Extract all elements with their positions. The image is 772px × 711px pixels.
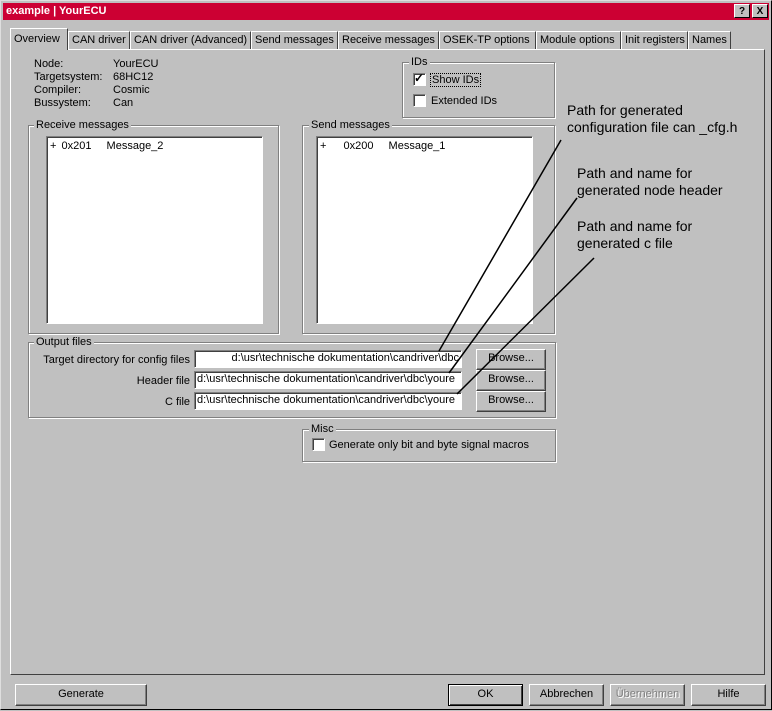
header-file-field[interactable]: d:\usr\technische dokumentation\candrive… (194, 371, 462, 389)
window-title: example | YourECU (6, 5, 107, 17)
show-ids-label[interactable]: Show IDs (430, 73, 482, 87)
tab-osek-tp-options[interactable]: OSEK-TP options (439, 31, 536, 49)
bussystem-key: Bussystem: (34, 97, 91, 109)
generate-button[interactable]: Generate (15, 684, 147, 706)
message-id: 0x201 (61, 140, 92, 152)
expand-icon[interactable]: + (50, 140, 56, 152)
node-info: Node: YourECU Targetsystem: 68HC12 Compi… (11, 58, 211, 114)
target-dir-label: Target directory for config files (43, 354, 190, 366)
check-icon: ✓ (414, 71, 425, 85)
message-id: 0x200 (343, 140, 374, 152)
ok-button[interactable]: OK (448, 684, 523, 706)
apply-button[interactable]: Übernehmen (610, 684, 685, 706)
bussystem-value: Can (113, 97, 134, 109)
message-name: Message_1 (388, 140, 446, 152)
tab-send-messages[interactable]: Send messages (251, 31, 338, 49)
header-file-label: Header file (136, 375, 190, 387)
target-dir-field[interactable]: d:\usr\technische dokumentation\candrive… (194, 350, 462, 368)
close-icon[interactable]: X (752, 4, 768, 18)
generate-only-checkbox[interactable] (312, 438, 325, 451)
targetsystem-key: Targetsystem: (34, 71, 103, 83)
output-files-label: Output files (34, 336, 94, 348)
cancel-button[interactable]: Abbrechen (529, 684, 604, 706)
ids-group-label: IDs (409, 56, 430, 68)
browse-target-button[interactable]: Browse... (476, 349, 546, 370)
tab-can-driver[interactable]: CAN driver (68, 31, 130, 49)
ids-group (402, 62, 555, 118)
tab-init-registers[interactable]: Init registers (621, 31, 688, 49)
annotation-node-header: Path and name for generated node header (577, 165, 723, 199)
generate-only-label[interactable]: Generate only bit and byte signal macros (329, 439, 529, 451)
node-key: Node: (34, 58, 64, 70)
list-item[interactable]: + 0x200 Message_1 (320, 140, 445, 152)
annotation-c-file: Path and name for generated c file (577, 218, 692, 252)
targetsystem-value: 68HC12 (113, 71, 154, 83)
c-file-field[interactable]: d:\usr\technische dokumentation\candrive… (194, 392, 462, 410)
tab-can-driver-advanced[interactable]: CAN driver (Advanced) (130, 31, 251, 49)
receive-messages-list[interactable]: + 0x201 Message_2 (46, 136, 263, 324)
help-icon[interactable]: ? (734, 4, 750, 18)
send-messages-label: Send messages (309, 119, 392, 131)
tab-names[interactable]: Names (688, 31, 731, 49)
expand-icon[interactable]: + (320, 140, 326, 152)
title-bar[interactable]: example | YourECU ? X (3, 3, 769, 20)
browse-header-button[interactable]: Browse... (476, 370, 546, 391)
list-item[interactable]: + 0x201 Message_2 (50, 140, 163, 152)
extended-ids-checkbox[interactable] (413, 94, 426, 107)
annotation-line: generated c file (577, 235, 673, 251)
annotation-config-path: Path for generated configuration file ca… (567, 102, 737, 136)
compiler-key: Compiler: (34, 84, 82, 96)
dialog-window: example | YourECU ? X Overview CAN drive… (0, 0, 772, 710)
show-ids-checkbox[interactable]: ✓ (413, 71, 426, 86)
annotation-line: Path for generated (567, 102, 683, 118)
node-value: YourECU (113, 58, 159, 70)
message-name: Message_2 (106, 140, 164, 152)
tab-module-options[interactable]: Module options (536, 31, 621, 49)
overview-panel: Node: YourECU Targetsystem: 68HC12 Compi… (10, 49, 765, 675)
tab-overview[interactable]: Overview (10, 28, 68, 50)
help-button[interactable]: Hilfe (691, 684, 766, 706)
c-file-label: C file (164, 396, 190, 408)
annotation-line: configuration file can _cfg.h (567, 119, 738, 135)
annotation-line: Path and name for (577, 218, 693, 234)
receive-messages-label: Receive messages (34, 119, 131, 131)
extended-ids-label[interactable]: Extended IDs (431, 95, 497, 107)
browse-c-file-button[interactable]: Browse... (476, 391, 546, 412)
tab-receive-messages[interactable]: Receive messages (338, 31, 439, 49)
send-messages-list[interactable]: + 0x200 Message_1 (316, 136, 533, 324)
annotation-line: Path and name for (577, 165, 693, 181)
compiler-value: Cosmic (113, 84, 150, 96)
misc-group-label: Misc (309, 423, 336, 435)
annotation-line: generated node header (577, 182, 723, 198)
